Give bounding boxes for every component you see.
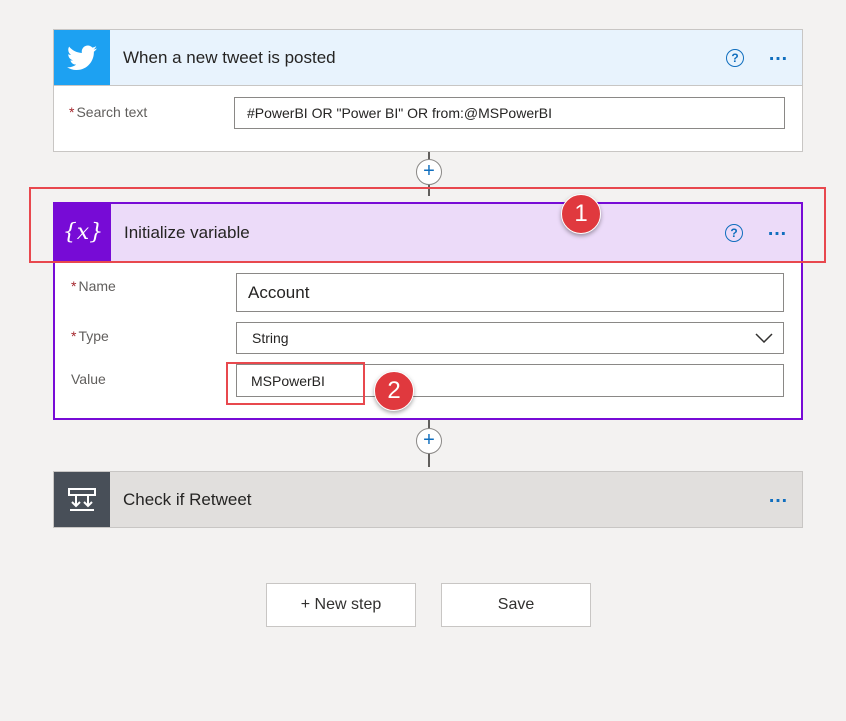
condition-card[interactable]: Check if Retweet … [53,471,803,528]
annotation-highlight-box [226,362,365,405]
trigger-title: When a new tweet is posted [123,47,336,67]
variable-type-select[interactable]: String [236,322,784,354]
variable-name-input[interactable]: Account [236,273,784,312]
more-options-icon[interactable]: … [768,44,789,67]
insert-step-plus-button[interactable]: + [416,428,442,454]
type-label: * Type [71,328,109,344]
condition-header[interactable]: Check if Retweet … [54,472,802,527]
search-text-label: * Search text [69,104,148,120]
required-marker: * [71,278,77,294]
condition-title: Check if Retweet [123,489,252,509]
search-text-input[interactable]: #PowerBI OR "Power BI" OR from:@MSPowerB… [234,97,785,129]
help-icon[interactable]: ? [726,48,744,67]
condition-icon [54,472,110,527]
chevron-down-icon [755,333,773,343]
twitter-trigger-card[interactable]: When a new tweet is posted ? … * Search t… [53,29,803,152]
required-marker: * [69,104,75,120]
annotation-badge: 2 [374,371,414,411]
annotation-highlight-box [29,187,826,263]
required-marker: * [71,328,77,344]
more-options-icon[interactable]: … [768,486,789,509]
twitter-trigger-header[interactable]: When a new tweet is posted ? … [54,30,802,86]
name-label: * Name [71,278,116,294]
twitter-icon [54,30,110,85]
new-step-button[interactable]: + New step [266,583,416,627]
value-label: Value [71,371,106,387]
annotation-badge: 1 [561,194,601,234]
insert-step-plus-button[interactable]: + [416,159,442,185]
save-button[interactable]: Save [441,583,591,627]
